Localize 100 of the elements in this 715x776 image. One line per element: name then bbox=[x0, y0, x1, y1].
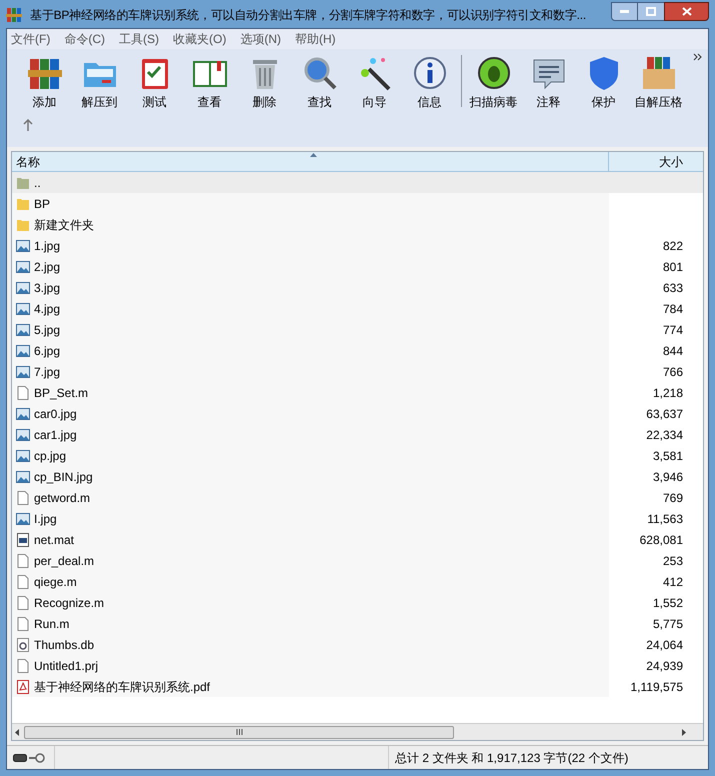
image-file-icon bbox=[16, 406, 30, 420]
file-size: 3,581 bbox=[652, 448, 683, 464]
file-icon bbox=[16, 574, 30, 588]
grip-icon bbox=[236, 729, 242, 735]
toolbar-button[interactable]: 测试 bbox=[127, 55, 182, 111]
file-icon bbox=[16, 490, 30, 504]
file-name: .. bbox=[34, 174, 41, 192]
archive-app-icon bbox=[6, 7, 22, 23]
file-name: 5.jpg bbox=[34, 322, 60, 338]
file-name: 3.jpg bbox=[34, 280, 60, 296]
file-name: Recognize.m bbox=[34, 594, 104, 612]
folder-icon bbox=[16, 196, 30, 210]
toolbar-button[interactable]: 注释 bbox=[521, 55, 576, 111]
menu-item[interactable]: 工具(S) bbox=[119, 30, 159, 48]
file-size: 628,081 bbox=[640, 532, 683, 548]
toolbar-button[interactable]: 自解压格 bbox=[631, 55, 686, 111]
toolbar-button[interactable]: 添加 bbox=[17, 55, 72, 111]
file-size: 1,552 bbox=[652, 594, 683, 612]
toolbar-button[interactable]: 保护 bbox=[576, 55, 631, 111]
file-size: 253 bbox=[662, 552, 683, 570]
menu-item[interactable]: 选项(N) bbox=[240, 30, 281, 48]
image-file-icon bbox=[16, 344, 30, 358]
horizontal-scrollbar[interactable] bbox=[12, 723, 703, 740]
close-icon bbox=[682, 7, 692, 16]
toolbar-button[interactable]: 解压到 bbox=[72, 55, 127, 111]
file-icon bbox=[16, 386, 30, 400]
overflow-chevron-icon[interactable] bbox=[693, 53, 702, 61]
image-file-icon bbox=[16, 470, 30, 484]
scrollbar-thumb[interactable] bbox=[24, 726, 454, 738]
file-size: 24,939 bbox=[646, 658, 683, 674]
gear-file-icon bbox=[16, 638, 30, 652]
folder-icon bbox=[16, 218, 30, 232]
file-icon bbox=[16, 658, 30, 672]
file-size: 11,563 bbox=[647, 510, 683, 528]
close-button[interactable] bbox=[664, 2, 709, 21]
menu-item[interactable]: 收藏夹(O) bbox=[173, 30, 226, 48]
pdf-file-icon bbox=[16, 680, 30, 694]
file-name: Thumbs.db bbox=[34, 636, 94, 654]
toolbar-button[interactable]: 信息 bbox=[402, 55, 457, 111]
folder-icon bbox=[16, 176, 30, 190]
maximize-button[interactable] bbox=[638, 2, 664, 21]
sort-arrow-icon bbox=[310, 153, 317, 157]
file-name: net.mat bbox=[34, 532, 74, 548]
window-title: 基于BP神经网络的车牌识别系统，可以自动分割出车牌，分割车牌字符和数字，可以识别字符引文和数字... bbox=[30, 7, 586, 24]
toolbar-button[interactable]: 扫描病毒 bbox=[466, 55, 521, 111]
image-file-icon bbox=[16, 302, 30, 316]
up-arrow-icon[interactable] bbox=[23, 119, 33, 131]
file-name: 基于神经网络的车牌识别系统.pdf bbox=[34, 678, 210, 696]
file-name: Untitled1.prj bbox=[34, 658, 98, 674]
image-file-icon bbox=[16, 280, 30, 294]
scroll-left-icon[interactable] bbox=[14, 728, 20, 736]
toolbar-button[interactable]: 删除 bbox=[237, 55, 292, 111]
file-name: 6.jpg bbox=[34, 342, 60, 360]
file-size: 844 bbox=[662, 342, 683, 360]
file-size: 769 bbox=[662, 490, 683, 506]
file-size: 774 bbox=[662, 322, 683, 338]
file-size: 63,637 bbox=[646, 406, 683, 422]
minimize-button[interactable] bbox=[611, 2, 638, 21]
file-icon bbox=[16, 616, 30, 630]
toolbar-button[interactable]: 查看 bbox=[182, 55, 237, 111]
menu-item[interactable]: 帮助(H) bbox=[295, 30, 336, 48]
column-header[interactable]: 名称 bbox=[12, 152, 609, 171]
file-size: 1,218 bbox=[652, 384, 683, 402]
toolbar-button[interactable]: 查找 bbox=[292, 55, 347, 111]
file-size: 1,119,575 bbox=[630, 678, 683, 696]
key-icon bbox=[29, 752, 45, 762]
box-icon bbox=[640, 55, 676, 91]
toolbar-button[interactable]: 向导 bbox=[347, 55, 402, 111]
magnifier-icon bbox=[302, 55, 338, 91]
file-size: 633 bbox=[662, 280, 683, 296]
file-name: 新建文件夹 bbox=[34, 216, 94, 234]
file-size: 5,775 bbox=[652, 616, 683, 632]
file-size: 801 bbox=[662, 258, 683, 276]
image-file-icon bbox=[16, 364, 30, 378]
menu-item[interactable]: 命令(C) bbox=[64, 30, 105, 48]
image-file-icon bbox=[16, 448, 30, 462]
file-name: I.jpg bbox=[34, 510, 57, 528]
status-summary: 总计 2 文件夹 和 1,917,123 字节(22 个文件) bbox=[395, 750, 628, 766]
file-name: Run.m bbox=[34, 616, 70, 632]
file-name: 7.jpg bbox=[34, 364, 60, 380]
scroll-right-icon[interactable] bbox=[681, 728, 687, 736]
image-file-icon bbox=[16, 238, 30, 252]
file-name: cp_BIN.jpg bbox=[34, 468, 93, 486]
file-name: car1.jpg bbox=[34, 426, 77, 444]
file-row[interactable]: .. bbox=[12, 172, 703, 193]
table-file-icon bbox=[16, 532, 30, 546]
file-name: BP_Set.m bbox=[34, 384, 88, 402]
file-name: 1.jpg bbox=[34, 238, 60, 254]
file-icon bbox=[16, 554, 30, 568]
drive-icon bbox=[13, 754, 27, 762]
image-file-icon bbox=[16, 428, 30, 442]
file-size: 822 bbox=[662, 238, 683, 254]
column-header[interactable]: 大小 bbox=[609, 152, 689, 171]
file-size: 24,064 bbox=[646, 636, 683, 654]
menu-item[interactable]: 文件(F) bbox=[11, 30, 50, 48]
file-name: per_deal.m bbox=[34, 552, 94, 570]
file-name: getword.m bbox=[34, 490, 90, 506]
info-icon bbox=[412, 55, 448, 91]
file-icon bbox=[16, 596, 30, 610]
file-name: car0.jpg bbox=[34, 406, 77, 422]
